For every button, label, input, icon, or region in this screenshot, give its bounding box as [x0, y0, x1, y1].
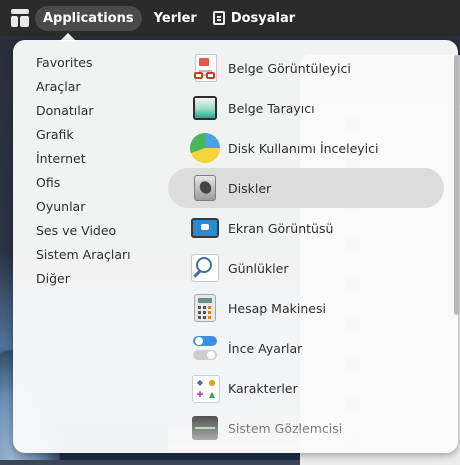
category-tools[interactable]: Araçlar	[36, 75, 131, 99]
category-accessories[interactable]: Donatılar	[36, 99, 131, 123]
logs-icon	[190, 253, 220, 283]
scrollbar[interactable]	[454, 55, 459, 315]
app-label: Hesap Makinesi	[228, 300, 326, 316]
app-system-monitor[interactable]: Sistem Gözlemcisi	[168, 408, 444, 448]
category-other[interactable]: Diğer	[36, 267, 131, 291]
app-document-viewer[interactable]: Belge Görüntüleyici	[168, 48, 444, 88]
app-document-scanner[interactable]: Belge Tarayıcı	[168, 88, 444, 128]
category-list: Favorites Araçlar Donatılar Grafik İnter…	[36, 51, 131, 291]
document-scanner-icon	[190, 93, 220, 123]
app-label: Karakterler	[228, 380, 298, 396]
category-graphics[interactable]: Grafik	[36, 123, 131, 147]
app-label: Ekran Görüntüsü	[228, 220, 334, 236]
app-disk-usage-analyzer[interactable]: Disk Kullanımı İnceleyici	[168, 128, 444, 168]
app-label: Disk Kullanımı İnceleyici	[228, 140, 379, 156]
disks-icon	[190, 173, 220, 203]
characters-icon: ◆ ● ✚ ▲	[190, 373, 220, 403]
category-system-tools[interactable]: Sistem Araçları	[36, 243, 131, 267]
app-characters[interactable]: ◆ ● ✚ ▲ Karakterler	[168, 368, 444, 408]
disk-usage-icon	[190, 133, 220, 163]
calculator-icon	[190, 293, 220, 323]
applications-menu-button[interactable]: Applications	[35, 5, 142, 31]
app-logs[interactable]: Günlükler	[168, 248, 444, 288]
app-label: Belge Görüntüleyici	[228, 60, 351, 76]
app-label: Belge Tarayıcı	[228, 100, 315, 116]
app-calculator[interactable]: Hesap Makinesi	[168, 288, 444, 328]
app-disks[interactable]: Diskler	[168, 168, 444, 208]
places-menu-button[interactable]: Yerler	[154, 11, 197, 26]
top-bar: Applications Yerler Dosyalar	[0, 0, 460, 36]
files-app-label: Dosyalar	[230, 10, 296, 26]
app-label: İnce Ayarlar	[228, 340, 303, 356]
activities-icon[interactable]	[11, 9, 29, 27]
screenshot-icon	[190, 213, 220, 243]
app-label: Günlükler	[228, 260, 289, 276]
category-office[interactable]: Ofis	[36, 171, 131, 195]
applications-menu: Favorites Araçlar Donatılar Grafik İnter…	[13, 40, 458, 453]
file-cabinet-icon	[212, 11, 225, 25]
app-screenshot[interactable]: Ekran Görüntüsü	[168, 208, 444, 248]
files-app-button[interactable]: Dosyalar	[212, 10, 296, 26]
category-internet[interactable]: İnternet	[36, 147, 131, 171]
system-monitor-icon	[190, 413, 220, 443]
category-games[interactable]: Oyunlar	[36, 195, 131, 219]
document-viewer-icon	[190, 53, 220, 83]
category-favorites[interactable]: Favorites	[36, 51, 131, 75]
tweaks-icon	[190, 333, 220, 363]
category-sound-video[interactable]: Ses ve Video	[36, 219, 131, 243]
app-label: Diskler	[228, 180, 272, 196]
app-label: Sistem Gözlemcisi	[228, 420, 343, 436]
app-tweaks[interactable]: İnce Ayarlar	[168, 328, 444, 368]
